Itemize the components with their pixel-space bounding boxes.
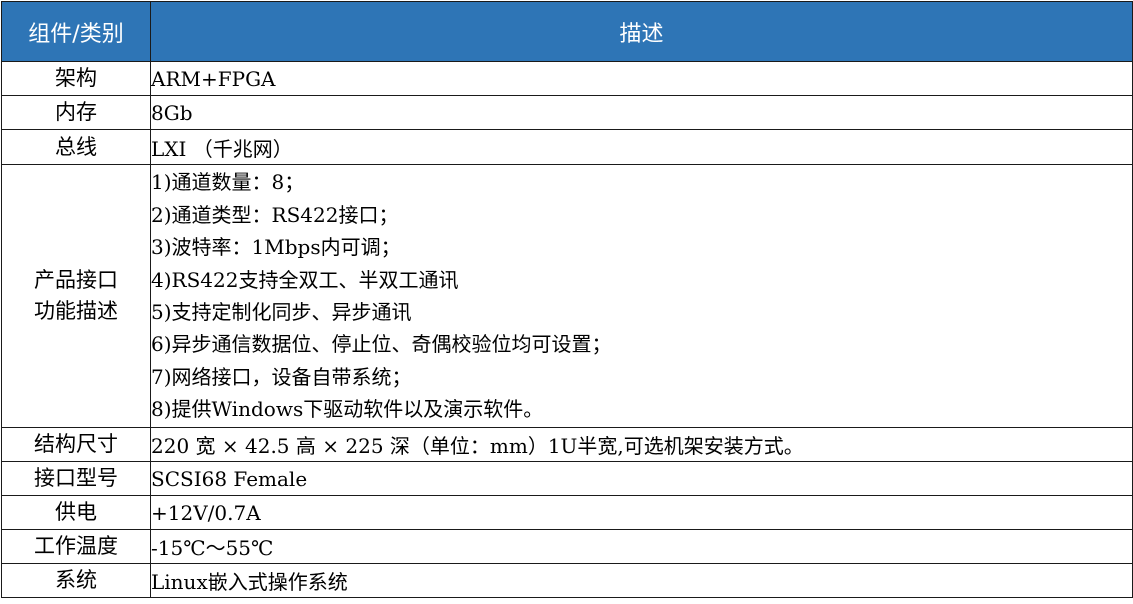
row-value: 8Gb — [150, 95, 1133, 130]
row-value: Linux嵌入式操作系统 — [150, 563, 1133, 598]
table-header-row: 组件/类别 描述 — [1, 1, 1133, 62]
feature-item: 4)RS422支持全双工、半双工通讯 — [151, 267, 459, 292]
row-value: ARM+FPGA — [150, 61, 1133, 96]
row-label: 总线 — [1, 129, 151, 165]
row-value: LXI （千兆网） — [150, 129, 1133, 165]
row-value: +12V/0.7A — [150, 495, 1133, 530]
feature-item: 1)通道数量：8； — [151, 170, 305, 195]
row-label-line: 功能描述 — [34, 299, 118, 323]
feature-list: 1)通道数量：8； 2)通道类型：RS422接口； 3)波特率：1Mbps内可调… — [150, 164, 1133, 428]
table-row-operating-temperature: 工作温度 -15℃～55℃ — [1, 529, 1133, 564]
table-row-connector-model: 接口型号 SCSI68 Female — [1, 461, 1133, 496]
row-value: -15℃～55℃ — [150, 529, 1133, 564]
row-label: 内存 — [1, 95, 151, 130]
row-label: 工作温度 — [1, 529, 151, 564]
feature-item: 7)网络接口，设备自带系统； — [151, 364, 412, 389]
table-row-memory: 内存 8Gb — [1, 95, 1133, 130]
header-component-category: 组件/类别 — [1, 1, 151, 62]
feature-item: 8)提供Windows下驱动软件以及演示软件。 — [151, 397, 544, 422]
row-label: 接口型号 — [1, 461, 151, 496]
table-row-architecture: 架构 ARM+FPGA — [1, 61, 1133, 96]
row-label-line: 产品接口 — [34, 268, 118, 292]
feature-item: 3)波特率：1Mbps内可调； — [151, 235, 401, 260]
table-row-bus: 总线 LXI （千兆网） — [1, 129, 1133, 165]
row-label: 供电 — [1, 495, 151, 530]
table-row-dimensions: 结构尺寸 220 宽 × 42.5 高 × 225 深（单位：mm）1U半宽,可… — [1, 427, 1133, 462]
row-value: 220 宽 × 42.5 高 × 225 深（单位：mm）1U半宽,可选机架安装… — [150, 427, 1133, 462]
table-row-interface-description: 产品接口 功能描述 1)通道数量：8； 2)通道类型：RS422接口； 3)波特… — [1, 164, 1133, 428]
row-label: 结构尺寸 — [1, 427, 151, 462]
feature-item: 2)通道类型：RS422接口； — [151, 202, 399, 227]
table-row-power-supply: 供电 +12V/0.7A — [1, 495, 1133, 530]
row-label: 架构 — [1, 61, 151, 96]
spec-table: 组件/类别 描述 架构 ARM+FPGA 内存 8Gb 总线 LXI （千兆网）… — [1, 1, 1133, 598]
row-label: 系统 — [1, 563, 151, 598]
header-description: 描述 — [150, 1, 1133, 62]
row-value: SCSI68 Female — [150, 461, 1133, 496]
feature-item: 5)支持定制化同步、异步通讯 — [151, 300, 412, 324]
row-label: 产品接口 功能描述 — [1, 164, 151, 428]
feature-item: 6)异步通信数据位、停止位、奇偶校验位均可设置； — [151, 332, 612, 357]
table-row-system: 系统 Linux嵌入式操作系统 — [1, 563, 1133, 598]
